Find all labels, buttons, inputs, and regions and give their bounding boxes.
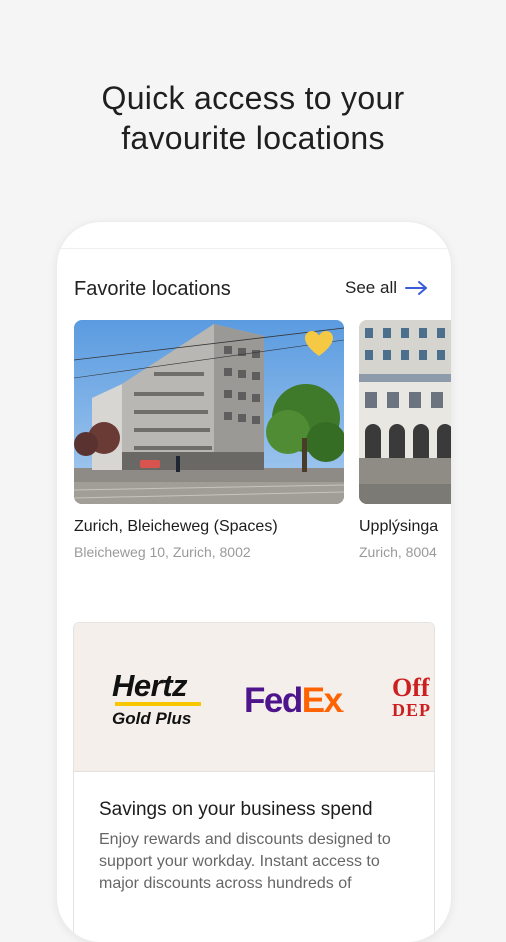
location-address: Zurich, 8004 <box>359 544 437 560</box>
savings-promo-card[interactable]: Hertz Gold Plus FedEx. Off DEP Savings o… <box>73 622 435 942</box>
promo-description: Enjoy rewards and discounts designed to … <box>99 831 391 892</box>
heart-icon[interactable] <box>304 330 334 358</box>
phone-frame: Favorite locations See all Zurich, Bleic… <box>57 222 451 942</box>
headline: Quick access to your favourite locations <box>0 78 506 158</box>
partner-logos: Hertz Gold Plus FedEx. Off DEP <box>74 623 434 772</box>
location-name: Upplýsinga <box>359 518 439 535</box>
building-photo <box>359 320 451 504</box>
office-depot-logo: Off DEP <box>392 673 431 721</box>
location-photo <box>74 320 344 504</box>
headline-line-1: Quick access to your <box>101 80 405 116</box>
location-photo <box>359 320 451 504</box>
see-all-label: See all <box>345 278 397 297</box>
see-all-link[interactable]: See all <box>345 278 429 298</box>
promo-title: Savings on your business spend <box>99 799 373 820</box>
location-card[interactable]: Upplýsinga Zurich, 8004 <box>359 320 451 560</box>
location-card[interactable]: Zurich, Bleicheweg (Spaces) Bleicheweg 1… <box>74 320 344 560</box>
favorites-carousel[interactable]: Zurich, Bleicheweg (Spaces) Bleicheweg 1… <box>74 320 451 570</box>
location-name: Zurich, Bleicheweg (Spaces) <box>74 518 278 535</box>
fedex-logo: FedEx. <box>244 681 345 720</box>
location-address: Bleicheweg 10, Zurich, 8002 <box>74 544 251 560</box>
arrow-right-icon <box>405 281 427 295</box>
divider <box>57 248 451 249</box>
hertz-logo: Hertz Gold Plus <box>112 670 201 729</box>
headline-line-2: favourite locations <box>121 120 385 156</box>
favorites-section-title: Favorite locations <box>74 278 231 300</box>
